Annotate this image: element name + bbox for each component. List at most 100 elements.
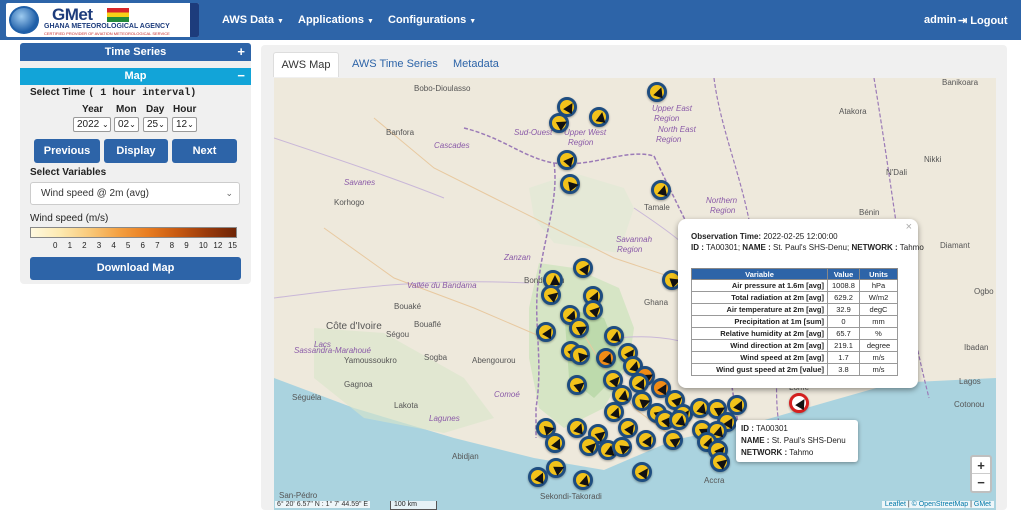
map-place-label: Ghana bbox=[644, 298, 669, 307]
station-marker-icon[interactable] bbox=[618, 418, 638, 438]
unit-cell: hPa bbox=[859, 279, 898, 292]
station-marker-icon[interactable] bbox=[636, 430, 656, 450]
variable-cell: Total radiation at 2m [avg] bbox=[691, 291, 828, 304]
nav-applications[interactable]: Applications ▼ bbox=[298, 14, 374, 26]
map-place-label: Gagnoa bbox=[344, 380, 373, 389]
map-place-label: Lakota bbox=[394, 401, 419, 410]
station-marker-icon[interactable] bbox=[663, 430, 683, 450]
station-marker-icon[interactable] bbox=[710, 452, 730, 472]
station-marker-icon[interactable] bbox=[545, 433, 565, 453]
station-marker-icon[interactable] bbox=[651, 180, 671, 200]
hour-label: Hour bbox=[173, 104, 197, 115]
plus-icon[interactable]: + bbox=[237, 43, 245, 61]
station-marker-icon[interactable] bbox=[629, 373, 649, 393]
osm-link[interactable]: © OpenStreetMap bbox=[912, 501, 969, 508]
station-marker-icon[interactable] bbox=[583, 300, 603, 320]
user-name[interactable]: admin bbox=[924, 14, 956, 26]
station-marker-icon[interactable] bbox=[573, 258, 593, 278]
variable-select[interactable]: Wind speed @ 2m (avg) ⌄ bbox=[30, 182, 240, 205]
tab-aws-time-series[interactable]: AWS Time Series bbox=[352, 52, 438, 77]
map-place-label: Ibadan bbox=[964, 343, 989, 352]
station-marker-icon[interactable] bbox=[557, 150, 577, 170]
map-attribution: Leaflet | © OpenStreetMap | GMet bbox=[881, 501, 994, 508]
unit-cell: degree bbox=[859, 339, 898, 352]
time-series-panel-header[interactable]: Time Series + bbox=[20, 43, 251, 61]
logo-subtitle: GHANA METEOROLOGICAL AGENCY bbox=[44, 23, 170, 30]
display-button[interactable]: Display bbox=[104, 139, 168, 163]
map-place-label: Sassandra-Marahoué bbox=[294, 346, 371, 355]
map-scale-bar: 100 km bbox=[390, 501, 437, 510]
station-marker-icon[interactable] bbox=[604, 326, 624, 346]
scale-tick-label: 10 bbox=[198, 241, 208, 250]
tab-metadata[interactable]: Metadata bbox=[453, 52, 499, 77]
nav-aws-data[interactable]: AWS Data ▼ bbox=[222, 14, 284, 26]
table-row: Relative humidity at 2m [avg] 65.7% bbox=[691, 327, 898, 340]
station-marker-icon[interactable] bbox=[528, 467, 548, 487]
logout-link[interactable]: ⇥ Logout bbox=[958, 14, 1008, 27]
zoom-in-button[interactable]: + bbox=[972, 457, 990, 474]
hour-select[interactable]: 12⌄ bbox=[172, 117, 197, 132]
station-marker-icon[interactable] bbox=[549, 113, 569, 133]
chevron-down-icon: ⌄ bbox=[158, 120, 165, 129]
variable-cell: Precipitation at 1m [sum] bbox=[691, 315, 828, 328]
map-place-label: Yamoussoukro bbox=[344, 356, 397, 365]
station-marker-icon[interactable] bbox=[647, 82, 667, 102]
year-select[interactable]: 2022 ⌄ bbox=[73, 117, 111, 132]
month-select[interactable]: 02⌄ bbox=[114, 117, 139, 132]
map-place-label: Banikoara bbox=[942, 78, 979, 87]
next-button[interactable]: Next bbox=[172, 139, 237, 163]
map-place-label: Abidjan bbox=[452, 452, 479, 461]
value-cell: 1008.8 bbox=[827, 279, 860, 292]
zoom-out-button[interactable]: − bbox=[972, 474, 990, 491]
map-place-label: Upper East bbox=[652, 104, 693, 113]
download-map-button[interactable]: Download Map bbox=[30, 257, 241, 280]
scale-tick-label: 15 bbox=[228, 241, 237, 250]
station-marker-icon[interactable] bbox=[612, 437, 632, 457]
map-place-label: N'Dali bbox=[886, 168, 908, 177]
station-marker-icon[interactable] bbox=[560, 174, 580, 194]
map-place-label: Region bbox=[656, 135, 682, 144]
station-marker-icon[interactable] bbox=[541, 285, 561, 305]
scale-title: Wind speed (m/s) bbox=[30, 213, 109, 224]
unit-cell: m/s bbox=[859, 351, 898, 364]
gmet-link[interactable]: GMet bbox=[974, 501, 991, 508]
map-place-label: Northern bbox=[706, 196, 738, 205]
station-marker-icon[interactable] bbox=[573, 470, 593, 490]
leaflet-link[interactable]: Leaflet bbox=[885, 501, 906, 508]
station-marker-icon[interactable] bbox=[632, 462, 652, 482]
value-cell: 32.9 bbox=[827, 303, 860, 316]
nav-configurations[interactable]: Configurations ▼ bbox=[388, 14, 476, 26]
station-marker-icon[interactable] bbox=[567, 418, 587, 438]
table-row: Total radiation at 2m [avg] 629.2 W/m2 bbox=[691, 291, 898, 304]
station-marker-icon[interactable] bbox=[546, 458, 566, 478]
map-place-label: Banfora bbox=[386, 128, 415, 137]
station-marker-icon[interactable] bbox=[567, 375, 587, 395]
station-marker-icon[interactable] bbox=[669, 410, 689, 430]
station-marker-icon[interactable] bbox=[570, 345, 590, 365]
table-row: Air pressure at 1.6m [avg] 1008.8 hPa bbox=[691, 279, 898, 292]
variable-cell: Air temperature at 2m [avg] bbox=[691, 303, 828, 316]
map-panel-header[interactable]: Map − bbox=[20, 68, 251, 85]
station-marker-icon[interactable] bbox=[589, 107, 609, 127]
map-place-label: San-Pédro bbox=[279, 491, 318, 500]
gmet-logo[interactable]: GMet GHANA METEOROLOGICAL AGENCY CERTIFI… bbox=[6, 3, 199, 37]
map-place-label: Nikki bbox=[924, 155, 942, 164]
day-select[interactable]: 25⌄ bbox=[143, 117, 168, 132]
station-marker-icon[interactable] bbox=[596, 348, 616, 368]
station-marker-icon[interactable] bbox=[569, 318, 589, 338]
table-row: Precipitation at 1m [sum] 0 mm bbox=[691, 315, 898, 328]
map-place-label: Sogba bbox=[424, 353, 448, 362]
table-header: Units bbox=[859, 268, 898, 280]
tab-aws-map[interactable]: AWS Map bbox=[273, 52, 339, 77]
map-place-label: Bobo-Dioulasso bbox=[414, 84, 471, 93]
mouse-coordinates: 6° 20' 6.57" N : 1° 7' 44.59" E bbox=[275, 501, 371, 508]
minus-icon[interactable]: − bbox=[237, 67, 245, 84]
station-marker-icon[interactable] bbox=[536, 322, 556, 342]
station-marker-icon[interactable] bbox=[579, 436, 599, 456]
close-icon[interactable]: × bbox=[906, 221, 912, 233]
selected-station-marker-icon[interactable] bbox=[789, 393, 809, 413]
previous-button[interactable]: Previous bbox=[34, 139, 100, 163]
map-place-label: Zanzan bbox=[504, 253, 531, 262]
unit-cell: % bbox=[859, 327, 898, 340]
station-tooltip: ID : TA00301 NAME : St. Paul's SHS-Denu … bbox=[736, 420, 858, 462]
